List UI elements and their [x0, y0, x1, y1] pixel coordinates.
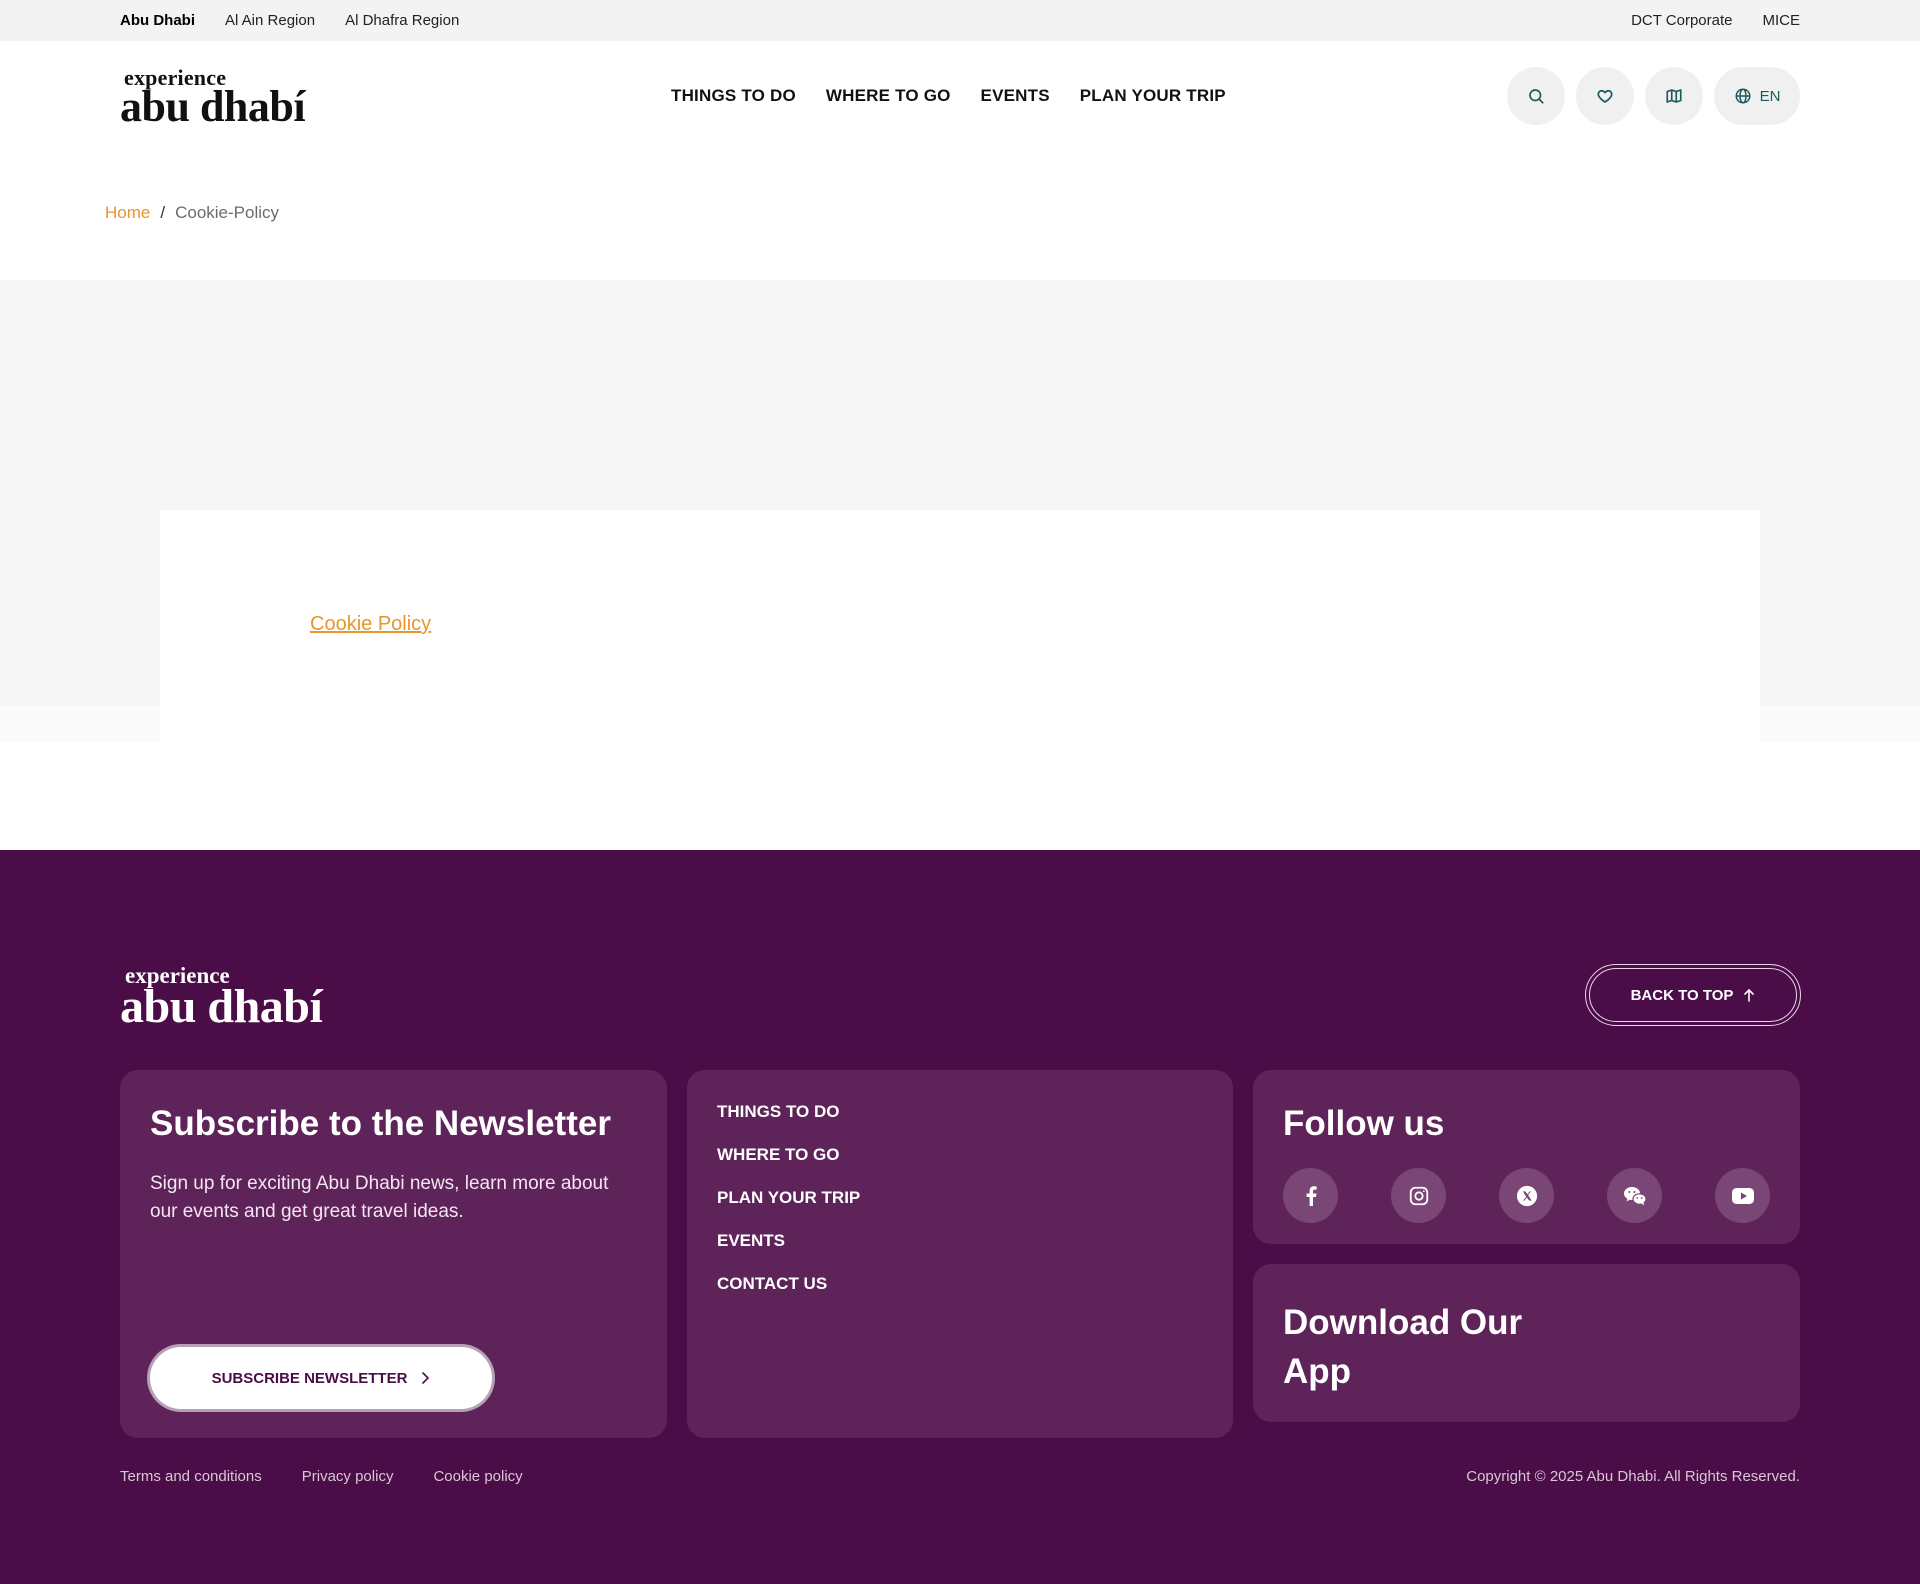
chevron-right-icon [422, 1372, 430, 1384]
language-label: EN [1759, 87, 1781, 105]
download-app-title[interactable]: Download Our App [1283, 1298, 1523, 1396]
youtube-icon [1731, 1187, 1754, 1204]
back-to-top-inner: BACK TO TOP [1589, 968, 1797, 1022]
wechat-button[interactable] [1607, 1168, 1662, 1223]
footer-logo[interactable]: experience abu dhabí [120, 964, 323, 1033]
breadcrumb-separator: / [160, 203, 166, 222]
main-nav: THINGS TO DO WHERE TO GO EVENTS PLAN YOU… [671, 41, 1226, 151]
search-icon [1529, 89, 1544, 104]
footer-link-things-to-do[interactable]: THINGS TO DO [717, 1100, 860, 1143]
nav-where-to-go[interactable]: WHERE TO GO [826, 86, 951, 106]
nav-things-to-do[interactable]: THINGS TO DO [671, 86, 796, 106]
x-button[interactable] [1499, 1168, 1554, 1223]
cookie-policy-footer-link[interactable]: Cookie policy [433, 1468, 522, 1485]
cookie-policy-link[interactable]: Cookie Policy [310, 613, 431, 636]
terms-link[interactable]: Terms and conditions [120, 1468, 262, 1485]
back-to-top-label: BACK TO TOP [1630, 986, 1734, 1004]
download-app-card: Download Our App [1253, 1264, 1800, 1422]
logo-big-text: abu dhabí [120, 82, 306, 131]
footer-link-contact-us[interactable]: CONTACT US [717, 1272, 860, 1315]
footer-link-plan-your-trip[interactable]: PLAN YOUR TRIP [717, 1186, 860, 1229]
search-button[interactable] [1507, 67, 1565, 125]
nav-plan-your-trip[interactable]: PLAN YOUR TRIP [1080, 86, 1226, 106]
breadcrumb-current: Cookie-Policy [175, 203, 280, 222]
top-bar: Abu Dhabi Al Ain Region Al Dhafra Region… [0, 0, 1920, 41]
copyright-text: Copyright © 2025 Abu Dhabi. All Rights R… [1466, 1468, 1800, 1485]
nav-events[interactable]: EVENTS [981, 86, 1050, 106]
subscribe-newsletter-label: SUBSCRIBE NEWSLETTER [211, 1369, 408, 1387]
breadcrumb-home[interactable]: Home [105, 203, 150, 223]
breadcrumb: Home / Cookie-Policy [105, 203, 279, 223]
footer-link-where-to-go[interactable]: WHERE TO GO [717, 1143, 860, 1186]
youtube-button[interactable] [1715, 1168, 1770, 1223]
footer-link-events[interactable]: EVENTS [717, 1229, 860, 1272]
footer-links-card: THINGS TO DO WHERE TO GO PLAN YOUR TRIP … [687, 1070, 1233, 1438]
subscribe-newsletter-button[interactable]: SUBSCRIBE NEWSLETTER [150, 1347, 492, 1409]
instagram-button[interactable] [1391, 1168, 1446, 1223]
arrow-up-icon [1744, 988, 1755, 1002]
back-to-top-button[interactable]: BACK TO TOP [1585, 964, 1801, 1026]
mice-link[interactable]: MICE [1763, 12, 1801, 29]
privacy-link[interactable]: Privacy policy [302, 1468, 394, 1485]
follow-us-card: Follow us [1253, 1070, 1800, 1244]
language-selector[interactable]: EN [1714, 67, 1800, 125]
region-link-al-ain[interactable]: Al Ain Region [225, 12, 315, 29]
top-bar-right-links: DCT Corporate MICE [1631, 0, 1800, 41]
social-links [1283, 1168, 1770, 1223]
site-footer: experience abu dhabí BACK TO TOP Subscri… [0, 850, 1920, 1584]
facebook-button[interactable] [1283, 1168, 1338, 1223]
dct-corporate-link[interactable]: DCT Corporate [1631, 12, 1732, 29]
newsletter-text: Sign up for exciting Abu Dhabi news, lea… [150, 1173, 609, 1222]
footer-bottom-bar: Terms and conditions Privacy policy Cook… [120, 1468, 1800, 1485]
region-switcher: Abu Dhabi Al Ain Region Al Dhafra Region [120, 0, 459, 41]
heart-icon [1597, 89, 1613, 103]
region-link-abu-dhabi[interactable]: Abu Dhabi [120, 12, 195, 29]
content-card: Cookie Policy [160, 510, 1760, 742]
map-icon [1666, 89, 1682, 103]
follow-us-title: Follow us [1283, 1104, 1445, 1143]
x-icon [1516, 1185, 1537, 1206]
wechat-icon [1623, 1186, 1647, 1205]
footer-links-list: THINGS TO DO WHERE TO GO PLAN YOUR TRIP … [717, 1100, 860, 1315]
site-logo[interactable]: experience abu dhabí [120, 67, 306, 131]
favorites-button[interactable] [1576, 67, 1634, 125]
newsletter-title: Subscribe to the Newsletter [150, 1104, 611, 1143]
globe-icon [1735, 88, 1751, 104]
footer-logo-big-text: abu dhabí [120, 980, 323, 1033]
site-header: experience abu dhabí THINGS TO DO WHERE … [0, 41, 1920, 151]
map-button[interactable] [1645, 67, 1703, 125]
instagram-icon [1409, 1186, 1428, 1205]
region-link-al-dhafra[interactable]: Al Dhafra Region [345, 12, 459, 29]
header-actions: EN [1507, 67, 1800, 125]
newsletter-card: Subscribe to the Newsletter Sign up for … [120, 1070, 667, 1438]
facebook-icon [1306, 1185, 1317, 1206]
